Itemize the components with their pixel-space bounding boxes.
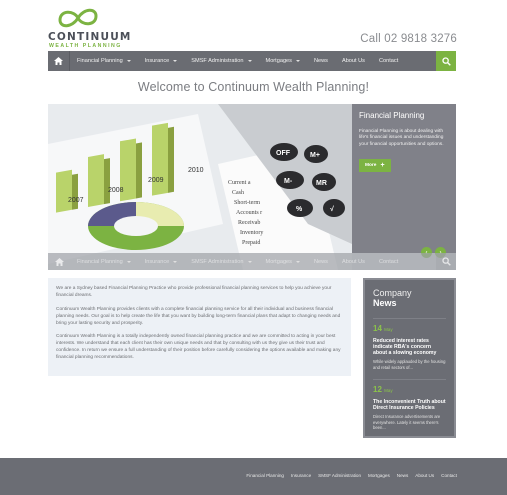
svg-text:MR: MR — [316, 180, 327, 187]
year-label: 2010 — [188, 167, 204, 174]
chevron-down-icon — [295, 60, 300, 62]
hero-home-button[interactable] — [48, 253, 70, 270]
hero-nav-financial-planning[interactable]: Financial Planning — [70, 253, 138, 270]
nav-insurance[interactable]: Insurance — [138, 51, 185, 71]
hero-nav-news[interactable]: News — [307, 253, 335, 270]
svg-text:√: √ — [330, 205, 334, 213]
hero-nav-smsf-administration[interactable]: SMSF Administration — [184, 253, 258, 270]
footer-link-news[interactable]: News — [397, 473, 409, 478]
footer-link-about-us[interactable]: About Us — [415, 473, 434, 478]
svg-text:OFF: OFF — [276, 150, 291, 157]
nav-news[interactable]: News — [307, 51, 335, 71]
chevron-down-icon — [126, 60, 131, 62]
svg-text:Accounts r: Accounts r — [236, 210, 262, 216]
chevron-down-icon — [295, 260, 300, 263]
hero-nav-about-us[interactable]: About Us — [335, 253, 372, 270]
hero-image: 2007 2008 2009 2010 Current a Cash Short… — [48, 104, 352, 270]
plus-icon: + — [380, 162, 385, 170]
news-date: 14 May — [373, 324, 393, 333]
footer-link-mortgages[interactable]: Mortgages — [368, 473, 390, 478]
footer-link-smsf-administration[interactable]: SMSF Administration — [318, 473, 361, 478]
site-footer: Financial Planning Insurance SMSF Admini… — [0, 458, 507, 495]
chevron-down-icon — [126, 260, 131, 263]
hero-caption-text: Financial Planning is about dealing with… — [359, 129, 444, 147]
svg-text:Inventory: Inventory — [240, 230, 263, 236]
main-nav: Financial Planning Insurance SMSF Admini… — [48, 51, 456, 71]
news-title: Company — [373, 288, 412, 298]
svg-text:%: % — [296, 206, 303, 213]
news-headline[interactable]: Reduced interest rates indicate RBA's co… — [373, 338, 446, 356]
logo-tagline: WEALTH PLANNING — [49, 43, 122, 49]
news-item[interactable]: 12 May The Inconvenient Truth about Dire… — [373, 379, 446, 431]
svg-text:Cash: Cash — [232, 190, 244, 196]
hero-nav-contact[interactable]: Contact — [372, 253, 405, 270]
intro-paragraph: We are a Sydney based Financial Planning… — [56, 286, 332, 298]
svg-text:M-: M- — [284, 178, 293, 185]
home-icon — [54, 257, 64, 266]
nav-contact[interactable]: Contact — [372, 51, 405, 71]
logo-swirl-icon — [58, 8, 98, 28]
nav-financial-planning[interactable]: Financial Planning — [70, 51, 138, 71]
logo-wordmark: CONTINUUM — [48, 31, 132, 43]
search-icon — [441, 56, 451, 66]
svg-text:Current a: Current a — [228, 180, 251, 186]
year-label: 2009 — [148, 177, 164, 184]
phone-number[interactable]: Call 02 9818 3276 — [360, 33, 457, 45]
home-icon — [54, 57, 63, 65]
nav-about-us[interactable]: About Us — [335, 51, 372, 71]
hero-caption-title: Financial Planning — [359, 111, 425, 120]
news-date: 12 May — [373, 385, 393, 394]
svg-text:Receivab: Receivab — [238, 220, 260, 226]
site-logo[interactable]: CONTINUUM WEALTH PLANNING — [48, 6, 130, 49]
intro-paragraph: Continuum Wealth Planning is a totally i… — [56, 334, 341, 360]
nav-smsf-administration[interactable]: SMSF Administration — [184, 51, 258, 71]
chevron-down-icon — [173, 260, 178, 263]
page-title: Welcome to Continuum Wealth Planning! — [137, 80, 370, 94]
year-label: 2008 — [108, 187, 124, 194]
home-button[interactable] — [48, 51, 70, 71]
more-button[interactable]: More + — [359, 159, 391, 173]
search-icon — [441, 257, 451, 266]
nav-mortgages[interactable]: Mortgages — [259, 51, 307, 71]
year-label: 2007 — [68, 197, 84, 204]
footer-link-insurance[interactable]: Insurance — [291, 473, 311, 478]
chevron-down-icon — [173, 60, 178, 62]
chevron-down-icon — [247, 60, 252, 62]
news-excerpt: Direct Insurance advertisements are ever… — [373, 414, 441, 430]
news-subtitle: News — [373, 298, 397, 308]
intro-paragraph: Continuum Wealth Planning provides clien… — [56, 306, 341, 326]
svg-text:M+: M+ — [310, 152, 320, 159]
news-headline[interactable]: The Inconvenient Truth about Direct Insu… — [373, 399, 446, 411]
hero-search-button[interactable] — [436, 253, 456, 270]
hero-nav-insurance[interactable]: Insurance — [138, 253, 185, 270]
footer-link-contact[interactable]: Contact — [441, 473, 457, 478]
intro-section: We are a Sydney based Financial Planning… — [48, 278, 351, 376]
footer-link-financial-planning[interactable]: Financial Planning — [246, 473, 284, 478]
hero-nav-mortgages[interactable]: Mortgages — [259, 253, 307, 270]
svg-text:Prepaid: Prepaid — [242, 240, 260, 246]
news-excerpt: While widely applauded by the housing an… — [373, 359, 446, 370]
hero-slider: 2007 2008 2009 2010 Current a Cash Short… — [48, 104, 456, 270]
search-button[interactable] — [436, 51, 456, 71]
hero-nav-overlay: Financial Planning Insurance SMSF Admini… — [48, 253, 456, 270]
news-item[interactable]: 14 May Reduced interest rates indicate R… — [373, 318, 446, 370]
svg-text:Short-term: Short-term — [234, 200, 260, 206]
chevron-down-icon — [247, 260, 252, 263]
hero-caption-panel: Financial Planning Financial Planning is… — [352, 104, 456, 253]
company-news-panel: Company News 14 May Reduced interest rat… — [363, 278, 456, 438]
footer-nav: Financial Planning Insurance SMSF Admini… — [246, 473, 457, 478]
